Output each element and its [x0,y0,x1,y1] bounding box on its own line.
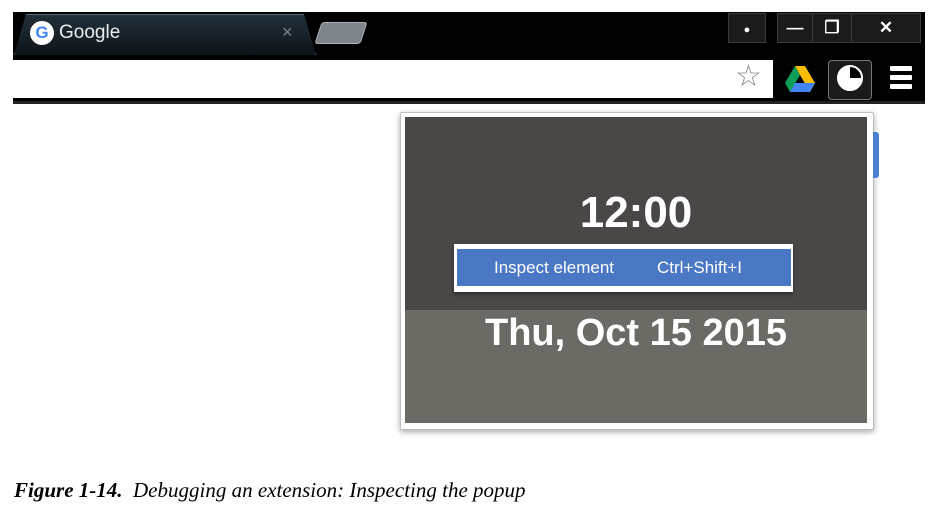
chrome-menu-icon[interactable] [890,66,912,93]
inspect-element-menu-item[interactable]: Inspect element Ctrl+Shift+I [457,249,791,286]
toolbar-divider [13,101,925,104]
caption-text: Debugging an extension: Inspecting the p… [133,478,526,502]
restore-icon: ❐ [824,18,840,37]
google-drive-icon[interactable] [785,66,815,92]
new-tab-button[interactable] [314,22,368,44]
close-window-button[interactable]: ✕ [851,13,921,43]
google-logo-icon: G [30,21,54,45]
time-display: 12:00 [579,188,693,237]
minimize-button[interactable]: — [777,13,813,43]
close-icon: ✕ [878,18,894,37]
address-bar[interactable] [13,60,773,98]
page-scroll-marker [873,132,879,178]
figure-caption: Figure 1-14. Debugging an extension: Ins… [14,478,526,503]
clock-icon [837,65,863,91]
menu-item-label: Inspect element [494,258,615,277]
tab-title: Google [59,22,121,43]
menu-item-shortcut: Ctrl+Shift+I [657,258,743,277]
tab-close-icon[interactable]: × [282,22,293,43]
bookmark-star-icon[interactable]: ☆ [735,59,762,94]
profile-button[interactable]: ● [728,13,766,43]
figure-number: Figure 1-14. [14,478,123,502]
person-icon: ● [743,24,751,36]
restore-button[interactable]: ❐ [812,13,852,43]
date-display: Thu, Oct 15 2015 [484,312,787,354]
minimize-icon: — [786,18,804,37]
